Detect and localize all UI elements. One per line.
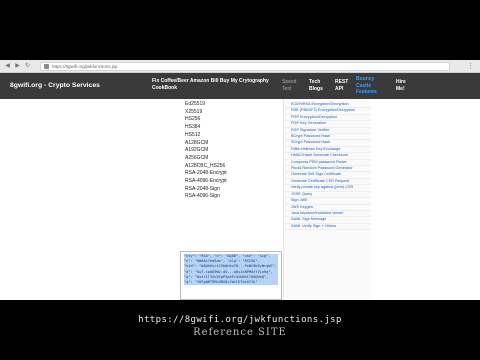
jwk-output-textarea[interactable]: "kty": "RSA", "e": "AQAB", "use": "sig",… bbox=[180, 251, 282, 300]
video-caption: https://8gwifi.org/jwkfunctions.jsp Refe… bbox=[0, 300, 480, 360]
arrow-left-icon[interactable]: ◀ bbox=[4, 63, 11, 70]
arrow-right-icon[interactable]: ▶ bbox=[14, 63, 21, 70]
caption-subtitle: Reference SITE bbox=[193, 327, 287, 338]
address-bar[interactable]: https://8gwifi.org/jwkfunctions.jsp bbox=[40, 61, 450, 71]
algorithm-option[interactable]: HS256 bbox=[185, 116, 227, 124]
sidebar-link[interactable]: SAML Verify Sign + Others bbox=[284, 224, 371, 231]
algorithm-option[interactable]: Ed25519 bbox=[185, 101, 227, 109]
nav-link-hire-me[interactable]: Hire Me! bbox=[396, 79, 410, 92]
menu-icon[interactable]: ⋮ bbox=[467, 63, 474, 70]
page-content: Ed25519 X25519 HS256 HS384 HS512 A128GCM… bbox=[0, 99, 480, 300]
nav-link-tech-blogs[interactable]: Tech Blogs bbox=[309, 79, 325, 92]
algorithm-list: Ed25519 X25519 HS256 HS384 HS512 A128GCM… bbox=[185, 101, 227, 201]
tools-sidebar: ECDH/RSA Encryption/Decryption PBE (PBKD… bbox=[283, 99, 371, 300]
right-blank-pane bbox=[372, 99, 480, 300]
jwk-output-selected-text[interactable]: "kty": "RSA", "e": "AQAB", "use": "sig",… bbox=[184, 254, 278, 286]
algorithm-option[interactable]: HS512 bbox=[185, 132, 227, 140]
nav-link-cookbook[interactable]: Fix Coffee/Beer Amazon Bill Buy My Cryto… bbox=[152, 78, 277, 91]
browser-toolbar: ◀ ▶ ↻ https://8gwifi.org/jwkfunctions.js… bbox=[0, 60, 480, 73]
site-navbar: 8gwifi.org - Crypto Services Fix Coffee/… bbox=[0, 73, 480, 99]
algorithm-option[interactable]: RSA-4096-Sign bbox=[185, 193, 227, 201]
nav-link-rest-api[interactable]: REST API bbox=[335, 79, 351, 92]
reload-icon[interactable]: ↻ bbox=[24, 63, 31, 70]
algorithm-option[interactable]: X25519 bbox=[185, 109, 227, 117]
caption-url: https://8gwifi.org/jwkfunctions.jsp bbox=[138, 315, 342, 325]
algorithm-option[interactable]: A128GCM bbox=[185, 140, 227, 148]
algorithm-option[interactable]: RSA-2048-Sign bbox=[185, 186, 227, 194]
algorithm-option[interactable]: A256GCM bbox=[185, 155, 227, 163]
site-brand[interactable]: 8gwifi.org - Crypto Services bbox=[10, 82, 100, 89]
algorithm-option[interactable]: HS384 bbox=[185, 124, 227, 132]
video-frame: ◀ ▶ ↻ https://8gwifi.org/jwkfunctions.js… bbox=[0, 60, 480, 300]
algorithm-option[interactable]: A192GCM bbox=[185, 147, 227, 155]
lock-icon bbox=[44, 63, 49, 69]
nav-link-bouncy-castle[interactable]: Bouncy Castle Features bbox=[356, 76, 380, 96]
algorithm-option[interactable]: RSA-2048-Encrypt bbox=[185, 170, 227, 178]
algorithm-option[interactable]: RSA-4096-Encrypt bbox=[185, 178, 227, 186]
nav-link-speed-test[interactable]: Speed Test bbox=[282, 79, 300, 92]
address-text[interactable]: https://8gwifi.org/jwkfunctions.jsp bbox=[52, 64, 118, 69]
algorithm-option[interactable]: A128CBC_HS256 bbox=[185, 163, 227, 171]
